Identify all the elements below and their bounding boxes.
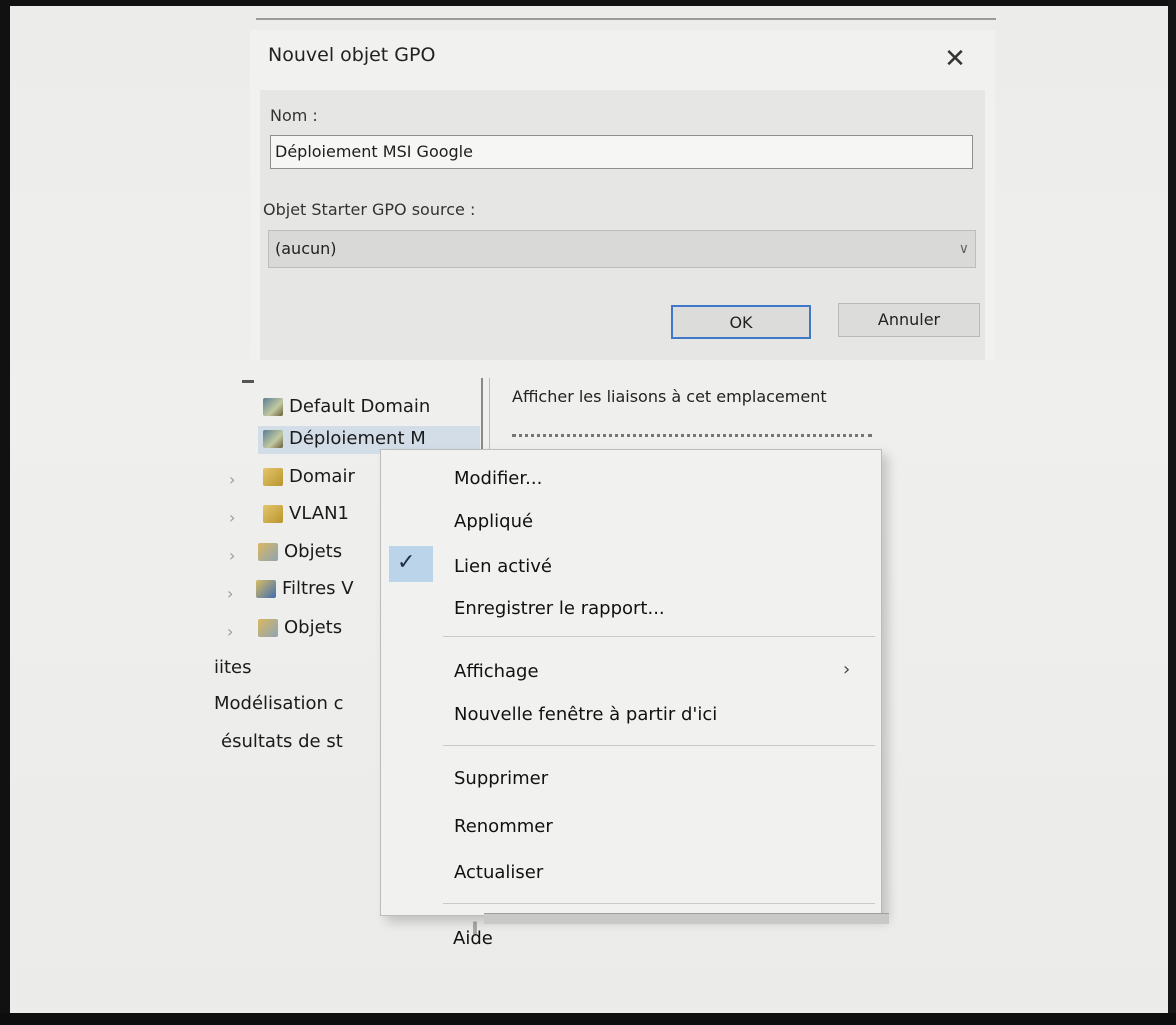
close-icon[interactable]: ✕ (940, 44, 970, 74)
tree-item-label: Domair (289, 466, 355, 487)
chevron-right-icon[interactable]: › (227, 584, 233, 603)
menu-item-enregistrer-rapport[interactable]: Enregistrer le rapport... (454, 598, 665, 619)
menu-item-renommer[interactable]: Renommer (454, 816, 553, 837)
pane-splitter[interactable] (481, 378, 490, 450)
chevron-right-icon[interactable]: › (229, 546, 235, 565)
photo-edge-left (0, 0, 10, 1025)
ok-button[interactable]: OK (671, 305, 811, 339)
name-label: Nom : (270, 106, 318, 125)
tree-item-label: Objets (284, 617, 343, 638)
starter-folder-icon (258, 619, 278, 637)
chevron-right-icon[interactable]: › (229, 508, 235, 527)
scroll-grip-icon: ‖ (472, 920, 478, 934)
menu-separator (443, 745, 875, 746)
photo-edge-bottom (0, 1013, 1176, 1025)
gpo-link-icon (263, 398, 283, 416)
tree-collapse-mark (242, 380, 254, 383)
links-location-subtext (512, 434, 872, 447)
starter-gpo-label: Objet Starter GPO source : (263, 200, 476, 219)
menu-separator (443, 636, 875, 637)
check-indicator: ✓ (389, 546, 433, 582)
gpo-link-icon (263, 430, 283, 448)
tree-item-vlan[interactable]: VLAN1 (263, 503, 349, 524)
menu-item-actualiser[interactable]: Actualiser (454, 862, 543, 883)
tree-item-filtres-wmi[interactable]: Filtres V (256, 578, 354, 599)
menu-item-applique[interactable]: Appliqué (454, 511, 533, 532)
links-location-header: Afficher les liaisons à cet emplacement (512, 387, 827, 406)
photo-edge-right (1168, 0, 1176, 1025)
chevron-down-icon: ∨ (958, 241, 969, 257)
gpo-name-field[interactable]: Déploiement MSI Google (270, 135, 973, 169)
check-icon: ✓ (397, 550, 416, 575)
tree-item-modelisation[interactable]: Modélisation c (214, 693, 344, 714)
menu-separator (443, 903, 875, 904)
ou-folder-icon (263, 505, 283, 523)
chevron-right-icon[interactable]: › (229, 470, 235, 489)
menu-item-lien-active[interactable]: Lien activé (454, 556, 552, 577)
photo-screen: Nouvel objet GPO ✕ Nom : Déploiement MSI… (0, 0, 1176, 1025)
menu-item-supprimer[interactable]: Supprimer (454, 768, 548, 789)
tree-item-label: Déploiement M (289, 428, 426, 449)
window-top-rule (256, 18, 996, 20)
submenu-arrow-icon: › (843, 659, 851, 680)
starter-gpo-select[interactable]: (aucun) ∨ (268, 230, 976, 268)
context-menu: Modifier... Appliqué ✓ Lien activé Enreg… (380, 449, 882, 916)
tree-item-objets-starter[interactable]: Objets (258, 617, 342, 638)
cancel-button[interactable]: Annuler (838, 303, 980, 337)
menu-item-affichage[interactable]: Affichage (454, 661, 539, 682)
gpo-folder-icon (258, 543, 278, 561)
menu-item-nouvelle-fenetre[interactable]: Nouvelle fenêtre à partir d'ici (454, 704, 717, 725)
horizontal-scrollbar[interactable] (484, 913, 889, 924)
tree-item-resultats[interactable]: ésultats de st (221, 731, 343, 752)
tree-item-label: Default Domain (289, 396, 431, 417)
starter-gpo-value: (aucun) (275, 239, 337, 258)
tree-item-default-domain[interactable]: Default Domain (263, 396, 430, 417)
tree-item-label: Filtres V (282, 578, 354, 599)
photo-edge-top (0, 0, 1176, 6)
tree-item-deploiement[interactable]: Déploiement M (263, 428, 426, 449)
tree-item-domain[interactable]: Domair (263, 466, 355, 487)
tree-item-sites[interactable]: iites (214, 657, 252, 678)
dialog-title: Nouvel objet GPO (268, 44, 436, 66)
ou-folder-icon (263, 468, 283, 486)
chevron-right-icon[interactable]: › (227, 622, 233, 641)
tree-item-label: VLAN1 (289, 503, 349, 524)
wmi-folder-icon (256, 580, 276, 598)
tree-item-objets-gpo[interactable]: Objets (258, 541, 342, 562)
tree-item-label: Objets (284, 541, 343, 562)
menu-item-modifier[interactable]: Modifier... (454, 468, 542, 489)
